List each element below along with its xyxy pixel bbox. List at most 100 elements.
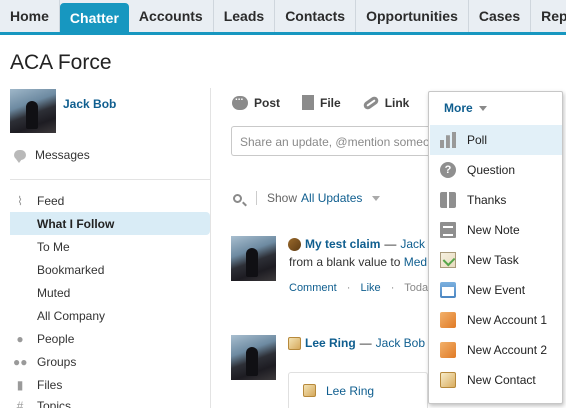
question-icon: ? (440, 162, 456, 178)
profile-name-link[interactable]: Jack Bob (63, 97, 116, 111)
chat-bubble-icon (232, 92, 248, 110)
account-icon (440, 312, 456, 328)
hashtag-icon: # (16, 398, 24, 408)
menu-item-new-contact[interactable]: New Contact (430, 365, 562, 395)
record-link[interactable]: My test claim (305, 237, 380, 251)
menu-item-label: New Contact (467, 373, 536, 387)
menu-item-new-event[interactable]: New Event (430, 275, 562, 305)
sidebar-item-muted[interactable]: Muted (10, 281, 210, 304)
group-icon: ●● (13, 354, 28, 369)
author-avatar[interactable] (231, 335, 276, 380)
top-navigation-tabs: Home Chatter Accounts Leads Contacts Opp… (0, 0, 566, 35)
sidebar-item-to-me[interactable]: To Me (10, 235, 210, 258)
menu-item-thanks[interactable]: Thanks (430, 185, 562, 215)
menu-item-poll[interactable]: Poll (430, 125, 562, 155)
sidebar-item-label: Feed (37, 193, 65, 208)
menu-item-new-account-1[interactable]: New Account 1 (430, 305, 562, 335)
record-card-link[interactable]: Lee Ring (326, 384, 374, 398)
claim-icon (288, 237, 301, 251)
sidebar-item-what-i-follow[interactable]: What I Follow (10, 212, 210, 235)
comment-link[interactable]: Comment (289, 282, 337, 294)
like-link[interactable]: Like (360, 282, 380, 294)
feed-item: My test claim — Jack from a blank value … (231, 236, 434, 298)
person-icon: ● (16, 331, 24, 346)
sidebar-item-label: What I Follow (37, 216, 115, 231)
menu-item-label: New Account 2 (467, 343, 548, 357)
chevron-down-icon[interactable] (372, 195, 381, 201)
chevron-down-icon (478, 105, 487, 111)
divider (256, 191, 257, 205)
sidebar-item-label: Topics (37, 398, 72, 408)
post-label: Post (254, 95, 281, 110)
divider (10, 179, 210, 180)
feed-item-actions: Comment · Like · Today (289, 282, 434, 294)
link-action[interactable]: Link (361, 94, 410, 111)
menu-item-label: Poll (467, 133, 488, 147)
sidebar-item-files[interactable]: ▮ Files (10, 373, 210, 396)
more-label: More (444, 101, 473, 115)
feed-item-header: Lee Ring — Jack Bob (288, 336, 425, 350)
tab-chatter[interactable]: Chatter (59, 3, 129, 32)
sidebar-item-label: Files (37, 377, 63, 392)
gift-icon (440, 192, 456, 208)
menu-item-new-task[interactable]: New Task (430, 245, 562, 275)
tab-leads[interactable]: Leads (214, 0, 276, 32)
account-icon (440, 342, 456, 358)
pulse-icon: ⌇ (17, 193, 23, 208)
tab-reports[interactable]: Reports (531, 0, 566, 32)
menu-item-new-note[interactable]: New Note (430, 215, 562, 245)
sidebar-item-label: Muted (37, 285, 71, 300)
menu-item-new-account-2[interactable]: New Account 2 (430, 335, 562, 365)
contact-icon (303, 384, 316, 397)
sidebar-item-groups[interactable]: ●● Groups (10, 350, 210, 373)
tab-contacts[interactable]: Contacts (275, 0, 357, 32)
sidebar-item-label: Bookmarked (37, 262, 105, 277)
author-avatar[interactable] (231, 236, 276, 281)
menu-item-label: Question (467, 163, 516, 177)
messages-link[interactable]: Messages (14, 148, 90, 163)
menu-item-question[interactable]: ? Question (430, 155, 562, 185)
separator-dash: — (359, 336, 372, 350)
more-menu-button[interactable]: More (444, 101, 487, 115)
menu-item-label: New Account 1 (467, 313, 548, 327)
sidebar-item-label: To Me (37, 239, 70, 254)
show-filter-dropdown[interactable]: All Updates (301, 191, 362, 205)
profile-avatar[interactable] (10, 89, 56, 133)
menu-item-label: Thanks (467, 193, 507, 207)
speech-bubble-icon (14, 150, 26, 163)
sidebar-item-all-company[interactable]: All Company (10, 304, 210, 327)
record-link[interactable]: Lee Ring (305, 336, 356, 350)
author-link[interactable]: Jack Bob (376, 336, 425, 350)
tab-accounts[interactable]: Accounts (129, 0, 214, 32)
file-action[interactable]: File (302, 95, 341, 110)
sidebar-item-topics[interactable]: # Topics (10, 394, 210, 408)
link-label: Link (384, 95, 410, 110)
dot-separator: · (390, 282, 395, 294)
dot-separator: · (346, 282, 351, 294)
link-icon (361, 94, 380, 111)
body-text: from a blank value to (289, 255, 401, 269)
sidebar-item-feed[interactable]: ⌇ Feed (10, 189, 210, 212)
page-title: ACA Force (10, 51, 112, 74)
show-label: Show (267, 191, 298, 205)
share-update-input[interactable]: Share an update, @mention someo (231, 126, 451, 156)
file-icon (302, 95, 315, 110)
tab-home[interactable]: Home (0, 0, 60, 32)
chatter-sidebar: Jack Bob Messages ⌇ Feed What I Follow T… (0, 88, 211, 408)
feed-item-body: from a blank value to Med (289, 255, 427, 269)
tab-cases[interactable]: Cases (469, 0, 532, 32)
document-icon: ▮ (16, 377, 24, 392)
sidebar-item-people[interactable]: ● People (10, 327, 210, 350)
tab-opportunities[interactable]: Opportunities (356, 0, 469, 32)
search-icon[interactable] (233, 193, 242, 203)
sidebar-item-bookmarked[interactable]: Bookmarked (10, 258, 210, 281)
file-label: File (320, 95, 341, 110)
value-link[interactable]: Med (404, 255, 427, 269)
more-actions-menu: More Poll ? Question Thanks New Note New… (428, 91, 563, 404)
author-link[interactable]: Jack (400, 237, 425, 251)
contact-icon (440, 372, 456, 388)
sidebar-item-label: People (37, 331, 75, 346)
messages-label: Messages (35, 148, 90, 162)
publisher-actions: Post File Link (232, 92, 431, 111)
post-action[interactable]: Post (232, 92, 281, 110)
